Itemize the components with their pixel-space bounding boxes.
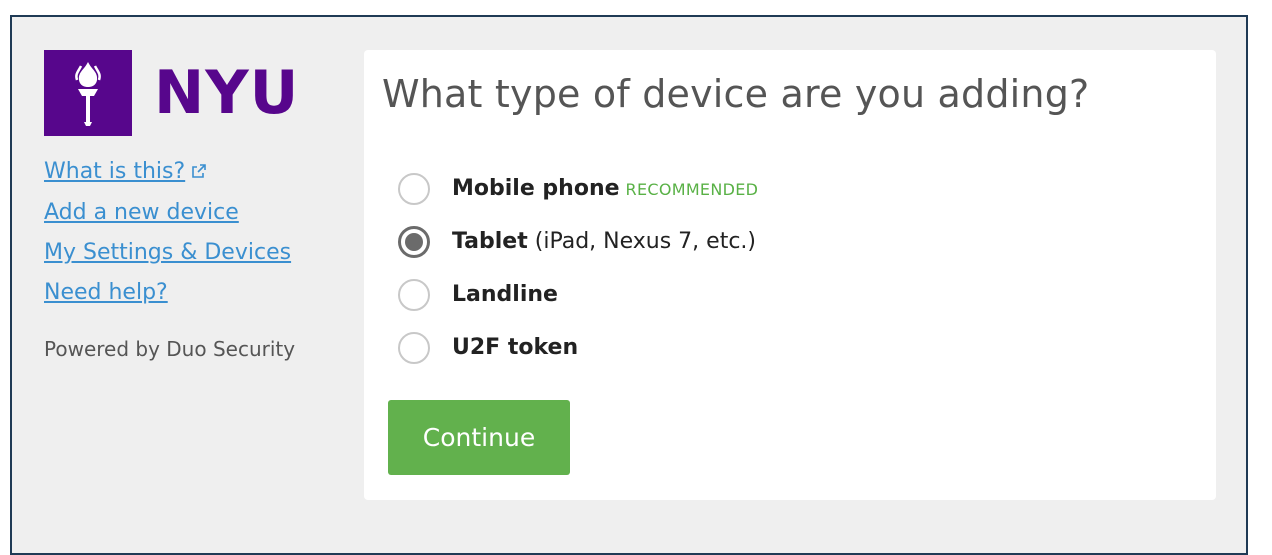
option-mobile-phone[interactable]: Mobile phone RECOMMENDED	[398, 162, 758, 215]
option-landline[interactable]: Landline	[398, 268, 758, 321]
option-u2f-token[interactable]: U2F token	[398, 321, 758, 374]
radio-landline[interactable]	[398, 278, 430, 311]
what-is-this-link[interactable]: What is this?	[44, 152, 291, 193]
option-label: Landline	[452, 282, 558, 307]
device-type-panel: What type of device are you adding? Mobi…	[364, 50, 1216, 500]
option-label: U2F token	[452, 335, 579, 360]
sidebar-links: What is this? Add a new device My Settin…	[44, 152, 291, 313]
nyu-logo: NYU	[44, 50, 299, 136]
need-help-link[interactable]: Need help?	[44, 273, 291, 313]
recommended-badge: RECOMMENDED	[625, 180, 759, 199]
add-new-device-link[interactable]: Add a new device	[44, 193, 291, 233]
option-label: Mobile phone	[452, 176, 620, 201]
external-link-icon	[191, 153, 207, 193]
option-label: Tablet	[452, 229, 528, 254]
radio-u2f-token[interactable]	[398, 331, 430, 364]
device-options: Mobile phone RECOMMENDED Tablet (iPad, Ne…	[398, 162, 758, 374]
logo-wordmark: NYU	[154, 58, 300, 128]
continue-button[interactable]: Continue	[388, 400, 570, 475]
duo-frame: NYU What is this? Add a new device My Se…	[10, 15, 1248, 555]
radio-tablet[interactable]	[398, 225, 430, 258]
radio-mobile-phone[interactable]	[398, 172, 430, 205]
powered-by-text: Powered by Duo Security	[44, 337, 296, 361]
page-title: What type of device are you adding?	[382, 72, 1090, 116]
settings-devices-link[interactable]: My Settings & Devices	[44, 233, 291, 273]
what-is-this-label: What is this?	[44, 159, 186, 184]
option-tablet[interactable]: Tablet (iPad, Nexus 7, etc.)	[398, 215, 758, 268]
torch-icon	[44, 50, 132, 136]
option-note: (iPad, Nexus 7, etc.)	[534, 229, 756, 254]
